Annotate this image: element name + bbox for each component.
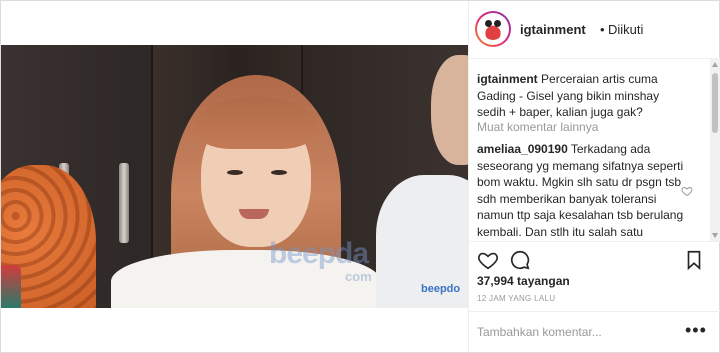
post-header: igtainment • Diikuti [469,1,720,59]
caption: igtainment Perceraian artis cuma Gading … [477,71,685,121]
add-comment-input[interactable]: Tambahkan komentar... [477,325,602,339]
heart-icon[interactable] [477,249,499,276]
add-comment-bar: Tambahkan komentar... ••• [469,311,720,353]
post-sidebar: igtainment • Diikuti igtainment Percerai… [468,1,720,352]
small-heart-icon[interactable] [681,185,693,197]
video-player[interactable]: beepda com beepdo [1,45,468,308]
shirt-brand: beepdo [421,283,461,295]
comment: ameliaa_090190 Terkadang ada seseorang y… [477,141,685,241]
door-handle [119,163,129,243]
comments-list: igtainment Perceraian artis cuma Gading … [469,59,711,241]
follow-status[interactable]: Diikuti [608,22,643,37]
comments-scrollbar[interactable] [710,59,720,241]
caption-username[interactable]: igtainment [477,72,538,86]
view-count[interactable]: 37,994 tayangan [477,274,570,288]
header-separator: • [600,22,605,37]
scroll-down-icon[interactable] [712,233,718,238]
man-head [431,55,468,165]
post-time: 12 JAM YANG LALU [477,294,556,303]
avatar-image [482,18,504,40]
more-options-icon[interactable]: ••• [685,320,707,341]
microphone [1,265,21,308]
bookmark-icon[interactable] [683,249,705,276]
scroll-thumb[interactable] [712,73,718,133]
man-right [376,55,468,308]
scroll-up-icon[interactable] [712,62,718,67]
eye [227,170,243,175]
comment-username[interactable]: ameliaa_090190 [477,142,568,156]
comment-text: Terkadang ada seseorang yg memang sifatn… [477,142,684,239]
watermark-sub: com [345,269,372,284]
avatar-ring [477,13,509,45]
avatar[interactable] [475,11,511,47]
comment-icon[interactable] [509,249,531,276]
woman-fringe [197,97,315,149]
header-username[interactable]: igtainment [520,22,586,37]
load-more-comments[interactable]: Muat komentar lainnya [477,120,598,134]
watermark: beepda [269,237,369,270]
media-area: beepda com beepdo [1,1,468,352]
eye [271,170,287,175]
